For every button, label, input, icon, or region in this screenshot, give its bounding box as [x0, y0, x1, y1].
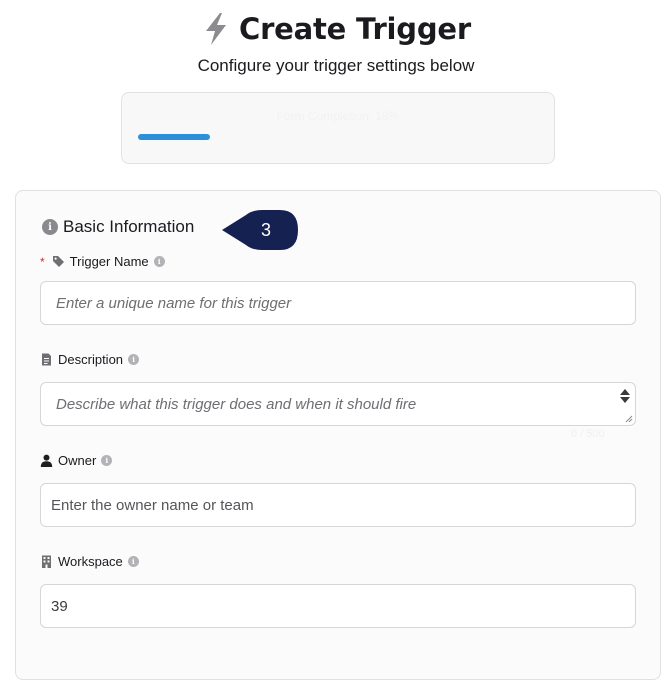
progress-label: Form Completion: 18% [276, 109, 400, 123]
owner-placeholder: Enter the owner name or team [51, 496, 254, 514]
workspace-info-icon[interactable]: i [127, 556, 139, 567]
owner-info-icon[interactable]: i [101, 455, 113, 466]
trigger-name-info-icon[interactable]: i [153, 256, 165, 267]
workspace-label: Workspace [58, 554, 123, 569]
page-title: Create Trigger [239, 12, 471, 46]
basic-information-panel: i Basic Information 3 * Trigger Name i E… [15, 190, 661, 680]
resize-handle-icon[interactable] [623, 413, 633, 423]
trigger-name-label: Trigger Name [69, 254, 149, 269]
building-icon [42, 555, 51, 568]
description-char-count: 0 / 500 [571, 428, 605, 440]
lightning-bolt-icon [206, 13, 226, 45]
owner-input[interactable]: Enter the owner name or team [40, 483, 636, 527]
tag-icon [52, 256, 64, 267]
required-marker: * [40, 254, 45, 269]
description-placeholder: Describe what this trigger does and when… [56, 395, 417, 413]
owner-label-row: Owner i [40, 453, 113, 468]
section-header: i Basic Information [42, 217, 194, 237]
step-indicator-bubble: 3 [220, 210, 298, 250]
progress-track [138, 134, 538, 140]
scroll-arrows-icon[interactable] [619, 387, 631, 405]
description-label: Description [58, 352, 124, 367]
title-row: Create Trigger [0, 12, 672, 46]
form-progress-card: Form Completion: 18% [121, 92, 555, 164]
description-info-icon[interactable]: i [128, 354, 140, 365]
owner-label: Owner [58, 453, 97, 468]
description-textarea[interactable]: Describe what this trigger does and when… [40, 382, 636, 426]
step-number: 3 [260, 220, 271, 240]
document-icon [42, 353, 51, 366]
workspace-label-row: Workspace i [40, 554, 139, 569]
progress-fill [138, 134, 210, 140]
workspace-value: 39 [51, 597, 68, 615]
trigger-name-input[interactable]: Enter a unique name for this trigger [40, 281, 636, 325]
info-icon: i [42, 219, 58, 235]
workspace-input[interactable]: 39 [40, 584, 636, 628]
section-title: Basic Information [63, 217, 195, 236]
trigger-name-placeholder: Enter a unique name for this trigger [56, 294, 292, 312]
description-label-row: Description i [40, 352, 140, 367]
page-subtitle: Configure your trigger settings below [197, 56, 475, 75]
trigger-name-label-row: * Trigger Name i [40, 254, 165, 269]
person-icon [40, 454, 53, 467]
